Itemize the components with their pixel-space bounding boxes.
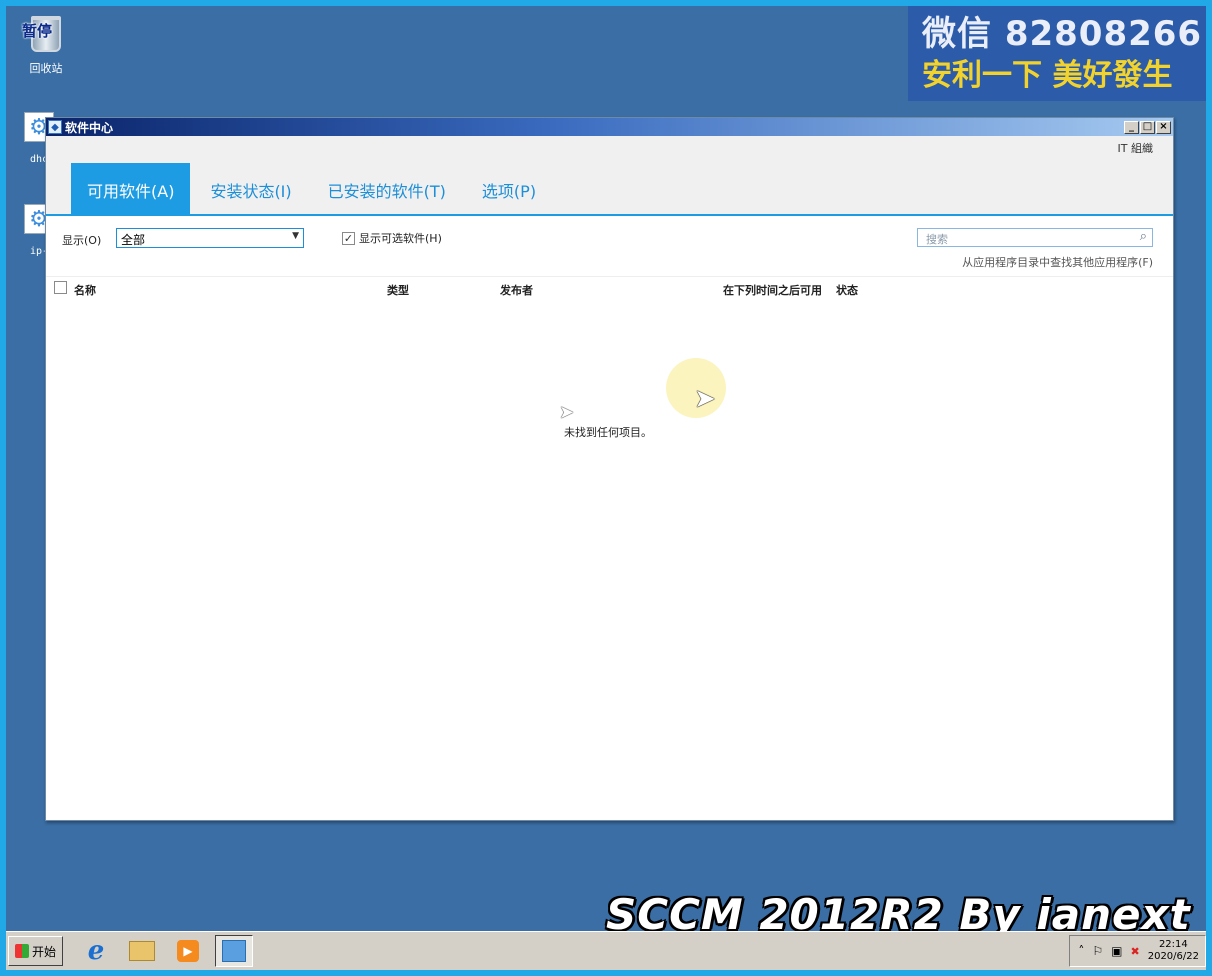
- checkbox-checked-icon: ✓: [342, 231, 355, 245]
- internet-explorer-icon[interactable]: e: [77, 935, 115, 967]
- recycle-bin-overlay: 暂停: [22, 22, 53, 40]
- header-area: IT 組織 可用软件(A) 安装状态(I) 已安装的软件(T) 选项(P): [46, 136, 1173, 216]
- show-filter-dropdown[interactable]: 全部 ▼: [116, 228, 304, 248]
- column-header-available-after[interactable]: 在下列时间之后可用: [723, 282, 822, 298]
- organization-name: IT 組織: [1117, 142, 1153, 155]
- file-explorer-icon[interactable]: [123, 935, 161, 967]
- promo-banner: 微信 82808266 安利一下 美好發生: [908, 6, 1206, 101]
- clock-date: 2020/6/22: [1147, 951, 1199, 962]
- software-center-window: ◆ 软件中心 _ □ × IT 組織 可用软件(A) 安装状态(I) 已安装的软…: [45, 117, 1174, 821]
- mouse-pointer-icon: ➤: [694, 384, 716, 414]
- empty-list-message: 未找到任何项目。: [564, 426, 652, 439]
- recycle-bin-label: 回收站: [29, 62, 63, 75]
- column-header-publisher[interactable]: 发布者: [500, 282, 533, 298]
- show-filter-value: 全部: [121, 233, 146, 247]
- recycle-bin-icon[interactable]: 暂停 回收站: [20, 16, 72, 76]
- select-all-checkbox[interactable]: [54, 281, 67, 294]
- tab-bar: 可用软件(A) 安装状态(I) 已安装的软件(T) 选项(P): [71, 163, 556, 216]
- search-placeholder: 搜索: [926, 233, 948, 246]
- start-button[interactable]: 开始: [8, 936, 64, 966]
- column-header-status[interactable]: 状态: [836, 282, 858, 298]
- tab-available-software[interactable]: 可用软件(A): [71, 163, 191, 216]
- column-header-name[interactable]: 名称: [74, 282, 96, 298]
- search-input[interactable]: 搜索 ⌕: [917, 228, 1153, 247]
- network-icon[interactable]: ▣: [1111, 944, 1122, 958]
- search-icon[interactable]: ⌕: [1140, 229, 1147, 244]
- start-label: 开始: [32, 944, 57, 959]
- filter-toolbar: 显示(O) 全部 ▼ ✓ 显示可选软件(H) 搜索 ⌕ 从应用程序目录中查找其他…: [46, 216, 1173, 276]
- quick-launch: e ▶: [77, 935, 261, 967]
- window-titlebar[interactable]: ◆ 软件中心 _ □ ×: [46, 118, 1173, 136]
- minimize-button[interactable]: _: [1124, 120, 1139, 134]
- maximize-button[interactable]: □: [1140, 120, 1155, 134]
- taskbar: 开始 e ▶ ˄ ⚐ ▣ ✖ 22:14 2020/6/22: [6, 931, 1206, 970]
- software-list-header: 名称 类型 发布者 在下列时间之后可用 状态: [46, 276, 1173, 298]
- tab-installed-software[interactable]: 已安装的软件(T): [312, 163, 462, 216]
- action-center-flag-icon[interactable]: ⚐: [1092, 944, 1103, 958]
- clock-time: 22:14: [1158, 939, 1188, 950]
- show-optional-checkbox[interactable]: ✓ 显示可选软件(H): [342, 230, 442, 246]
- system-tray: ˄ ⚐ ▣ ✖ 22:14 2020/6/22: [1069, 935, 1206, 967]
- show-optional-label: 显示可选软件(H): [359, 232, 442, 245]
- close-button[interactable]: ×: [1156, 120, 1171, 134]
- column-header-type[interactable]: 类型: [387, 282, 409, 298]
- tab-options[interactable]: 选项(P): [466, 163, 552, 216]
- chevron-down-icon: ▼: [292, 231, 299, 241]
- show-label: 显示(O): [62, 234, 102, 247]
- promo-line-2: 安利一下 美好發生: [922, 58, 1173, 93]
- media-player-icon[interactable]: ▶: [169, 935, 207, 967]
- show-hidden-icons-icon[interactable]: ˄: [1078, 944, 1084, 958]
- mouse-pointer-icon: ➤: [559, 402, 575, 423]
- window-title: 软件中心: [65, 120, 114, 135]
- windows-logo-icon: [15, 944, 29, 958]
- volume-muted-icon[interactable]: ✖: [1131, 945, 1140, 958]
- tab-installation-status[interactable]: 安装状态(I): [194, 163, 307, 216]
- software-center-taskbar-icon[interactable]: [215, 935, 254, 967]
- promo-line-1: 微信 82808266: [922, 14, 1203, 54]
- software-center-icon: ◆: [48, 120, 62, 134]
- find-more-apps-link[interactable]: 从应用程序目录中查找其他应用程序(F): [962, 254, 1153, 270]
- system-clock[interactable]: 22:14 2020/6/22: [1148, 939, 1199, 963]
